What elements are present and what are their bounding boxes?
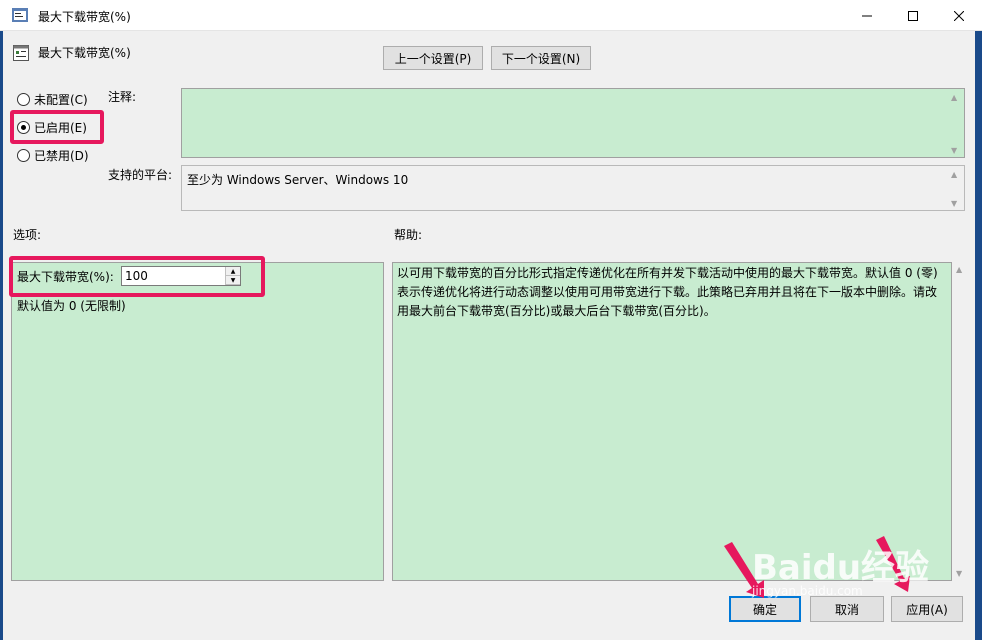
radio-not-configured[interactable]: 未配置(C) [17,91,88,108]
radio-label-not-configured: 未配置(C) [34,93,88,107]
help-heading: 帮助: [394,228,423,242]
window-title: 最大下载带宽(%) [38,10,131,24]
previous-setting-button[interactable]: 上一个设置(P) [383,46,483,70]
scroll-down-icon[interactable]: ▼ [951,199,957,208]
minimize-button[interactable] [844,0,890,31]
policy-setting-icon [13,45,29,61]
window-frame-right [975,31,982,640]
watermark-logo: Baidu经验 [752,548,930,588]
policy-name-label: 最大下载带宽(%) [38,46,131,60]
radio-circle[interactable] [17,149,30,162]
radio-label-disabled: 已禁用(D) [34,149,89,163]
platform-value: 至少为 Windows Server、Windows 10 [187,173,409,187]
enabled-highlight-box [10,110,104,144]
scroll-down-icon[interactable]: ▼ [956,569,962,578]
radio-circle[interactable] [17,93,30,106]
apply-button[interactable]: 应用(A) [891,596,963,622]
close-icon [954,10,964,21]
bandwidth-highlight-box [9,256,265,297]
default-value-note: 默认值为 0 (无限制) [17,299,126,313]
policy-editor-icon [12,8,28,22]
platform-textbox: 至少为 Windows Server、Windows 10 ▲ ▼ [181,165,965,211]
comment-label: 注释: [108,90,137,104]
comment-scrollbar[interactable]: ▲ ▼ [947,89,964,157]
close-button[interactable] [936,0,982,31]
scroll-up-icon[interactable]: ▲ [956,265,962,274]
watermark-url: jingyan.baidu.com [752,584,863,598]
next-setting-button[interactable]: 下一个设置(N) [491,46,591,70]
comment-textarea[interactable]: ▲ ▼ [181,88,965,158]
minimize-icon [862,15,872,16]
cancel-button[interactable]: 取消 [810,596,884,622]
scroll-up-icon[interactable]: ▲ [951,93,957,102]
maximize-icon [908,10,918,21]
scroll-up-icon[interactable]: ▲ [951,170,957,179]
platform-label: 支持的平台: [108,168,173,182]
options-heading: 选项: [13,228,42,242]
help-scrollbar[interactable]: ▲ ▼ [954,262,968,581]
radio-disabled[interactable]: 已禁用(D) [17,147,89,164]
help-text: 以可用下载带宽的百分比形式指定传递优化在所有并发下载活动中使用的最大下载带宽。默… [397,266,938,318]
maximize-button[interactable] [890,0,936,31]
platform-scrollbar[interactable]: ▲ ▼ [947,166,964,210]
title-bar: 最大下载带宽(%) [0,0,982,31]
scroll-down-icon[interactable]: ▼ [951,146,957,155]
window-frame-left [0,31,3,640]
